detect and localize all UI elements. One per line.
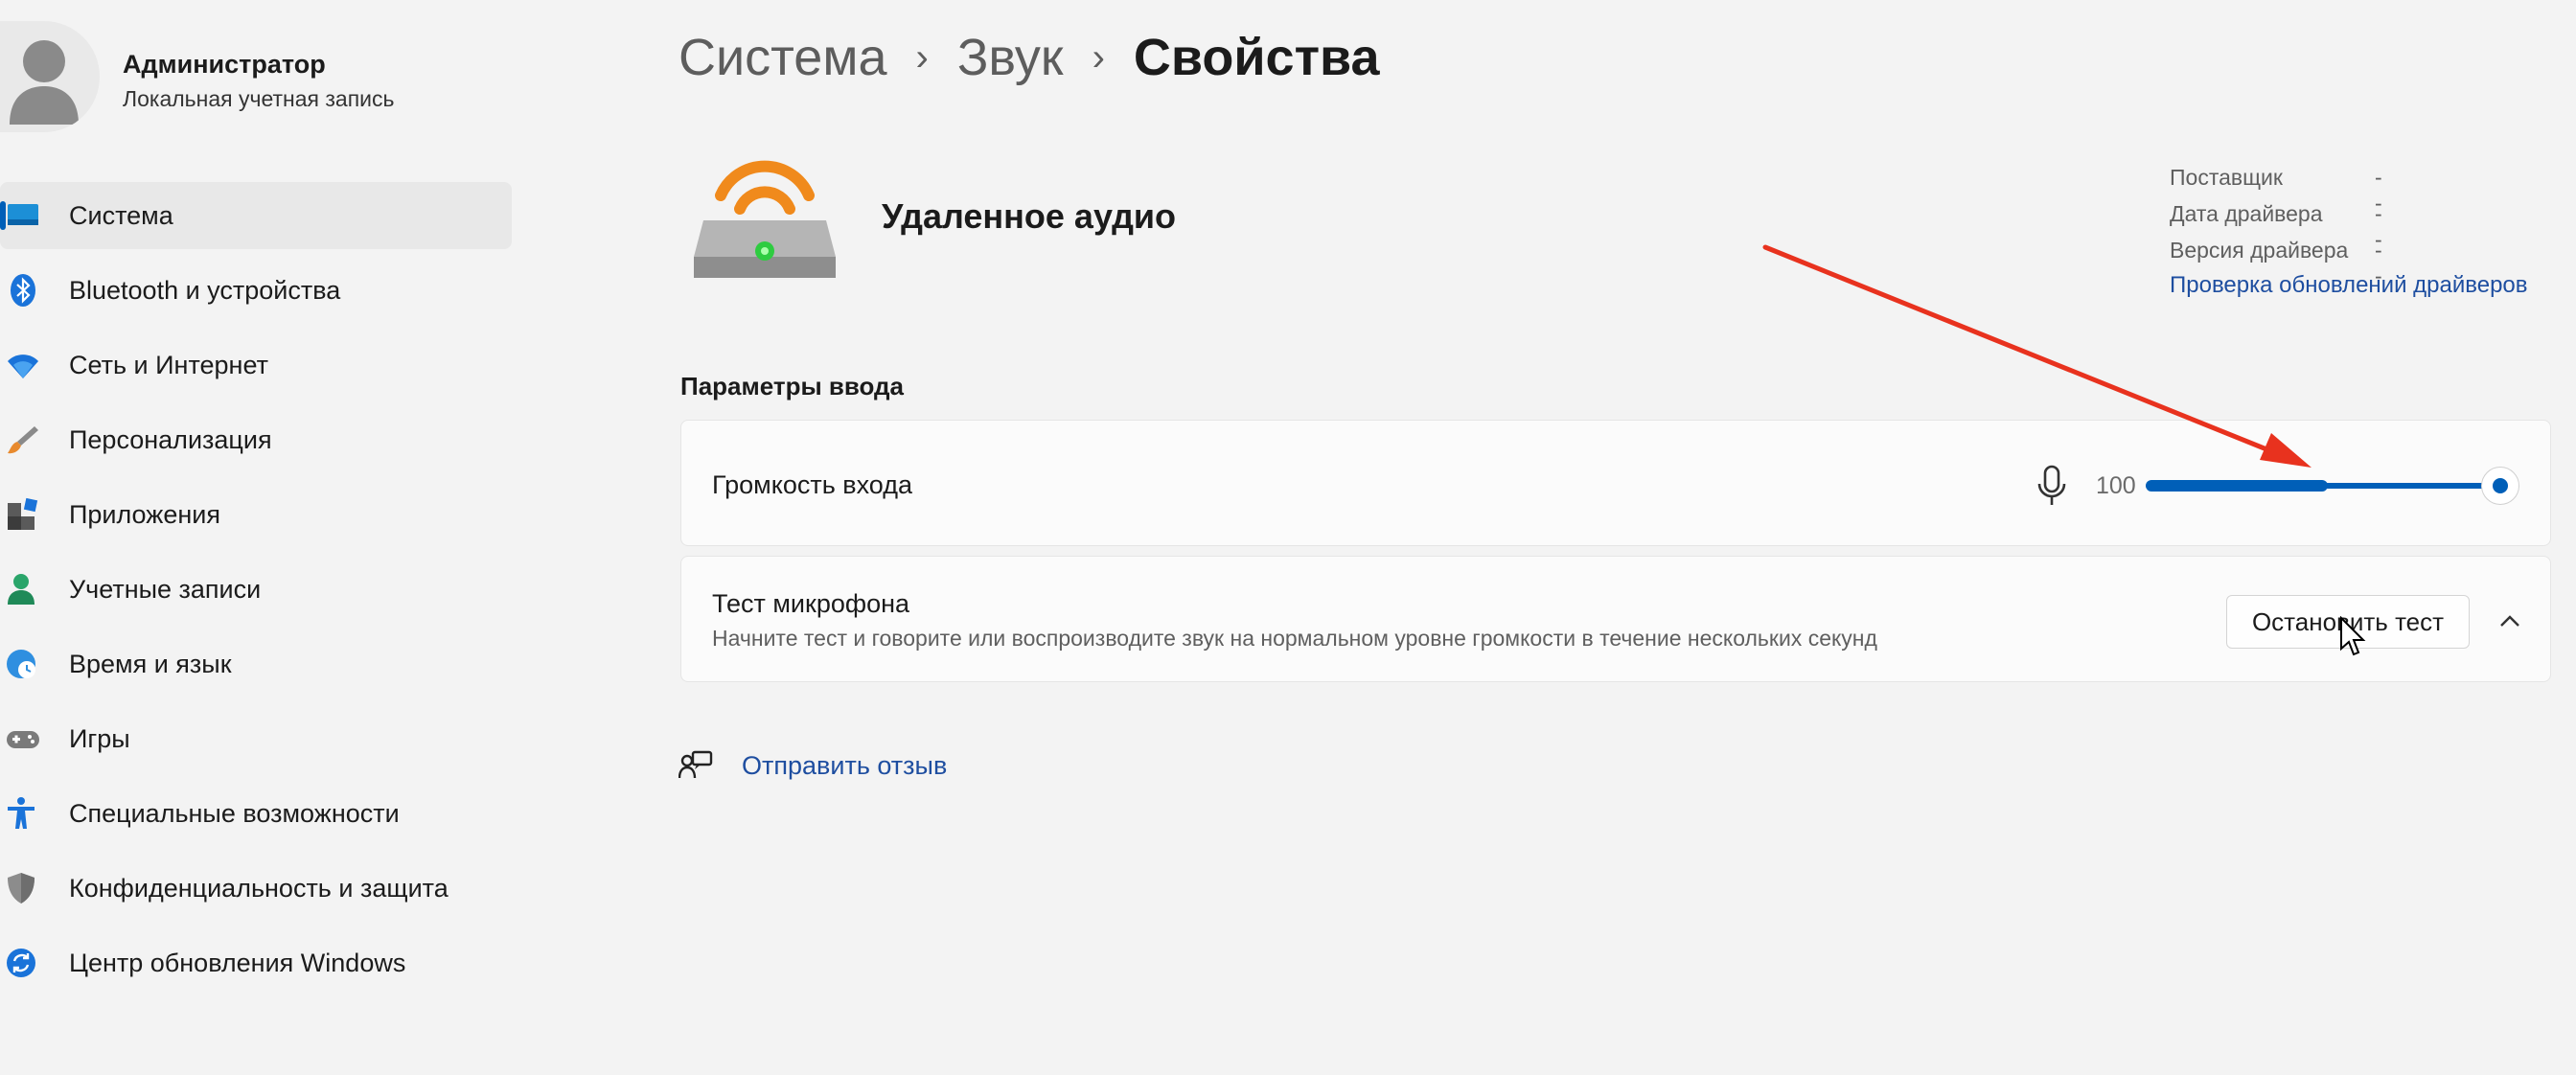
sidebar-item-label: Игры <box>69 723 130 753</box>
device-name: Удаленное аудио <box>882 196 1177 236</box>
breadcrumb-separator: › <box>915 35 929 79</box>
property-key: Дата драйвера <box>2170 201 2323 226</box>
sidebar-item-accessibility[interactable]: Специальные возможности <box>0 780 514 847</box>
sidebar-item-label: Центр обновления Windows <box>69 948 406 977</box>
mic-test-card: Тест микрофона Начните тест и говорите и… <box>680 556 2551 682</box>
send-feedback-link[interactable]: Отправить отзыв <box>742 751 947 781</box>
brush-icon <box>8 426 38 454</box>
avatar[interactable] <box>0 21 100 132</box>
bluetooth-icon <box>11 274 35 307</box>
slider-thumb[interactable] <box>2481 467 2519 505</box>
property-key: Поставщик <box>2170 165 2283 190</box>
sidebar-item-time-language[interactable]: Время и язык <box>0 630 514 698</box>
breadcrumb-separator: › <box>1092 35 1105 79</box>
sidebar-item-personalization[interactable]: Персонализация <box>0 406 514 473</box>
sidebar-item-system[interactable]: Система <box>0 182 512 249</box>
remote-audio-device-icon <box>694 160 836 278</box>
check-driver-updates-link[interactable]: Проверка обновлений драйверов <box>2170 272 2528 299</box>
input-volume-slider[interactable] <box>2146 467 2519 505</box>
sidebar-nav: Система Bluetooth и устройства Сеть и Ин… <box>0 182 514 1004</box>
input-volume-label: Громкость входа <box>712 470 912 499</box>
breadcrumb-sound[interactable]: Звук <box>957 28 1064 87</box>
mouse-cursor-icon <box>2340 616 2366 656</box>
sidebar-item-label: Приложения <box>69 499 220 529</box>
sidebar-item-label: Конфиденциальность и защита <box>69 873 448 903</box>
sidebar: Администратор Локальная учетная запись С… <box>0 0 537 1075</box>
breadcrumb: Система › Звук › Свойства <box>678 23 1380 92</box>
input-volume-value: 100 <box>2096 472 2136 499</box>
sidebar-item-label: Персонализация <box>69 424 272 454</box>
shield-icon <box>8 873 34 903</box>
user-profile[interactable]: Администратор Локальная учетная запись <box>0 21 518 136</box>
sidebar-item-label: Специальные возможности <box>69 798 400 828</box>
person-avatar-icon <box>10 40 79 125</box>
microphone-icon <box>2037 465 2066 505</box>
monitor-icon <box>8 204 38 225</box>
breadcrumb-properties: Свойства <box>1133 29 1380 86</box>
property-key: Версия драйвера <box>2170 238 2349 263</box>
sidebar-item-network[interactable]: Сеть и Интернет <box>0 332 514 399</box>
sidebar-item-label: Bluetooth и устройства <box>69 275 341 305</box>
breadcrumb-system[interactable]: Система <box>678 28 886 87</box>
sidebar-item-label: Время и язык <box>69 649 232 678</box>
update-icon <box>7 949 35 977</box>
apps-icon <box>8 497 38 530</box>
user-account-type: Локальная учетная запись <box>123 86 395 111</box>
mic-test-description: Начните тест и говорите или воспроизводи… <box>712 626 1877 651</box>
mic-test-title: Тест микрофона <box>712 589 910 618</box>
sidebar-item-accounts[interactable]: Учетные записи <box>0 556 514 623</box>
accessibility-icon <box>8 797 34 829</box>
input-volume-card: Громкость входа 100 <box>680 420 2551 546</box>
wifi-icon <box>8 355 38 378</box>
slider-fill <box>2146 480 2328 492</box>
sidebar-item-bluetooth[interactable]: Bluetooth и устройства <box>0 257 514 324</box>
feedback-icon <box>678 750 713 779</box>
user-name: Администратор <box>123 50 326 79</box>
chevron-up-icon[interactable] <box>2495 606 2525 637</box>
sidebar-item-gaming[interactable]: Игры <box>0 705 514 772</box>
sidebar-item-label: Учетные записи <box>69 574 262 604</box>
sidebar-item-windows-update[interactable]: Центр обновления Windows <box>0 929 514 996</box>
person-icon <box>8 574 34 605</box>
clock-globe-icon <box>7 650 35 678</box>
sidebar-item-label: Сеть и Интернет <box>69 350 268 379</box>
sidebar-item-apps[interactable]: Приложения <box>0 481 514 548</box>
gamepad-icon <box>7 731 39 748</box>
section-title: Параметры ввода <box>680 372 905 400</box>
sidebar-item-privacy[interactable]: Конфиденциальность и защита <box>0 855 514 922</box>
sidebar-item-label: Система <box>69 200 173 230</box>
